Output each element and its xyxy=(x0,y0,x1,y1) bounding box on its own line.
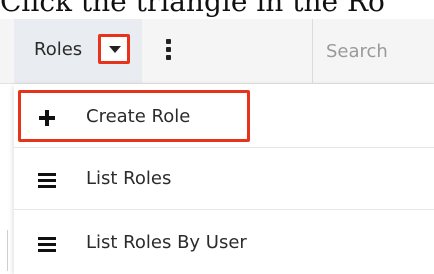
search-input[interactable] xyxy=(314,19,434,83)
instruction-caption: Click the triangle in the Ro xyxy=(0,0,385,18)
menu-item-label: List Roles By User xyxy=(86,232,247,253)
list-icon xyxy=(38,173,56,188)
vertical-ellipsis-icon[interactable] xyxy=(166,39,172,61)
module-toolbar: Roles xyxy=(0,19,434,84)
module-menu-toggle-button[interactable] xyxy=(98,34,130,64)
module-label: Roles xyxy=(34,39,83,60)
menu-item-list-roles-by-user[interactable]: List Roles By User xyxy=(14,214,434,274)
triangle-down-icon xyxy=(109,46,121,53)
module-dropdown-menu: Create Role List Roles List Roles By Use… xyxy=(14,84,434,274)
page-edge-line xyxy=(7,230,8,271)
module-tab-roles[interactable]: Roles xyxy=(14,19,142,83)
toolbar-divider xyxy=(312,19,313,83)
menu-item-list-roles[interactable]: List Roles xyxy=(14,150,434,210)
list-icon xyxy=(38,237,56,252)
menu-item-label: List Roles xyxy=(86,168,172,189)
highlight-box xyxy=(18,90,250,142)
